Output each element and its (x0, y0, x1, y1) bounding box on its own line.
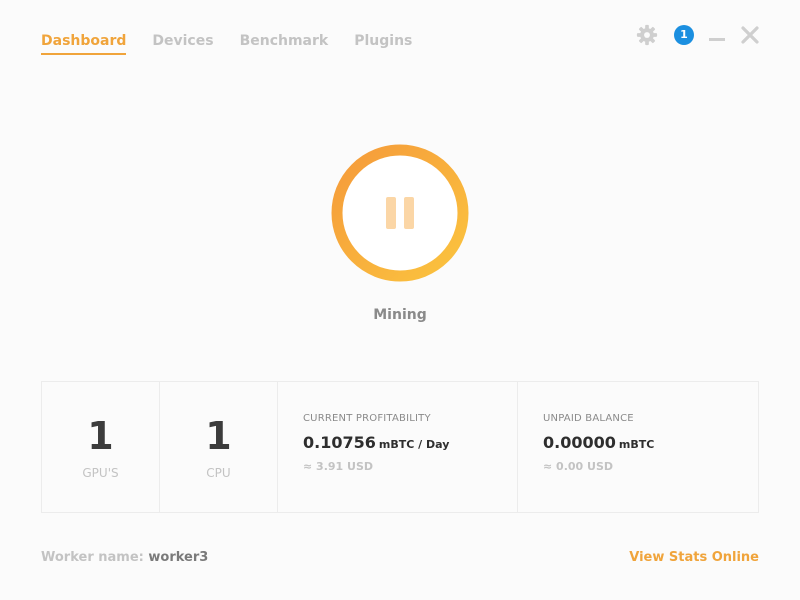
view-stats-online-link[interactable]: View Stats Online (629, 550, 759, 565)
gear-icon[interactable] (636, 24, 658, 46)
stats-panel: 1 GPU'S 1 CPU CURRENT PROFITABILITY 0.10… (41, 381, 759, 513)
notification-badge[interactable]: 1 (674, 25, 694, 45)
profitability-usd: ≈ 3.91 USD (303, 460, 374, 473)
profitability-title: CURRENT PROFITABILITY (303, 413, 431, 424)
balance-value-row: 0.00000 mBTC (543, 433, 758, 452)
cpu-count-cell: 1 CPU (160, 382, 278, 512)
profitability-value: 0.10756 (303, 433, 376, 452)
balance-title: UNPAID BALANCE (543, 413, 634, 424)
close-icon[interactable] (740, 24, 760, 46)
profitability-value-row: 0.10756 mBTC / Day (303, 433, 517, 452)
mining-toggle-button[interactable] (330, 143, 470, 283)
worker-name: Worker name: worker3 (41, 550, 208, 565)
gpu-count: 1 (87, 414, 114, 458)
tab-devices[interactable]: Devices (152, 33, 213, 55)
cpu-label: CPU (206, 466, 231, 480)
profitability-unit: mBTC / Day (378, 438, 450, 451)
balance-value: 0.00000 (543, 433, 616, 452)
balance-unit: mBTC (618, 438, 655, 451)
profitability-cell: CURRENT PROFITABILITY 0.10756 mBTC / Day … (278, 382, 518, 512)
tab-benchmark[interactable]: Benchmark (240, 33, 329, 55)
balance-usd: ≈ 0.00 USD (543, 460, 614, 473)
mining-status-label: Mining (373, 307, 427, 323)
cpu-count: 1 (205, 414, 232, 458)
balance-cell: UNPAID BALANCE 0.00000 mBTC ≈ 0.00 USD (518, 382, 758, 512)
worker-name-value: worker3 (148, 550, 209, 565)
gpu-count-cell: 1 GPU'S (42, 382, 160, 512)
worker-name-label: Worker name: (41, 550, 144, 565)
gpu-label: GPU'S (82, 466, 119, 480)
tab-dashboard[interactable]: Dashboard (41, 33, 127, 55)
tab-plugins[interactable]: Plugins (354, 33, 412, 55)
window-controls: 1 (636, 24, 760, 46)
top-nav: Dashboard Devices Benchmark Plugins (41, 33, 438, 55)
minimize-icon[interactable] (708, 24, 726, 46)
